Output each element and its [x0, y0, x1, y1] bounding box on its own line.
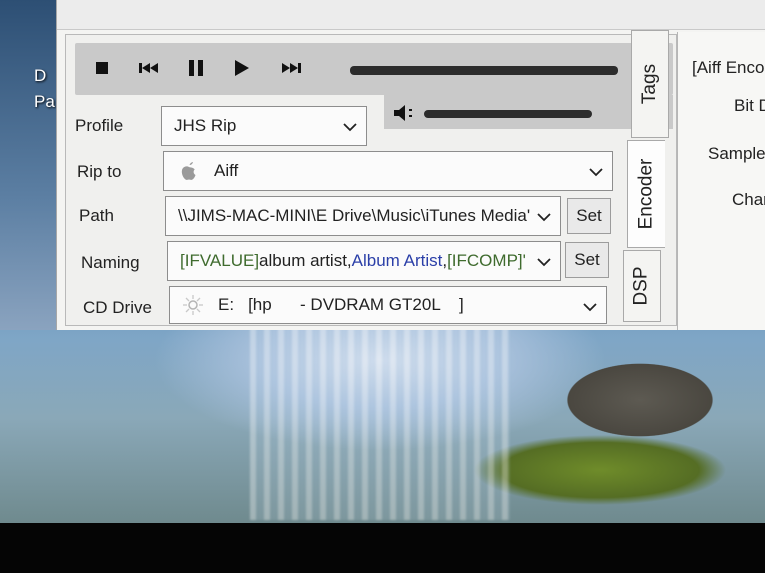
- naming-keyword: [IFVALUE]: [180, 251, 260, 270]
- rip-to-value: Aiff: [214, 161, 239, 180]
- sample-rate-label: Sample: [708, 144, 765, 163]
- pause-icon: [189, 60, 203, 76]
- bit-depth-label: Bit D: [734, 96, 765, 115]
- profile-label: Profile: [75, 116, 124, 135]
- seek-slider[interactable]: [350, 66, 618, 75]
- path-dropdown[interactable]: \\JIMS-MAC-MINI\E Drive\Music\iTunes Med…: [165, 196, 561, 236]
- window-title-strip: [57, 0, 765, 30]
- chevron-down-icon: [589, 168, 603, 177]
- naming-label: Naming: [81, 253, 140, 272]
- path-set-button[interactable]: Set: [567, 198, 611, 234]
- desktop-icon-label[interactable]: Pa: [34, 92, 55, 112]
- desktop-icon-label[interactable]: D: [34, 66, 46, 86]
- tab-encoder[interactable]: Encoder: [627, 140, 665, 248]
- stop-button[interactable]: [85, 55, 119, 81]
- previous-button[interactable]: [132, 55, 166, 81]
- naming-text: album artist,: [259, 251, 352, 270]
- speaker-icon[interactable]: [392, 103, 418, 123]
- channels-label: Char: [732, 190, 765, 209]
- skip-back-icon: [139, 63, 158, 73]
- transport-bar: [75, 43, 673, 95]
- cd-drive-dropdown[interactable]: E: [hp - DVDRAM GT20L ]: [169, 286, 607, 324]
- naming-keyword: [IFCOMP]': [447, 251, 526, 270]
- path-label: Path: [79, 206, 114, 225]
- play-icon: [235, 60, 249, 76]
- wallpaper-waterfall: [250, 320, 510, 520]
- profile-dropdown[interactable]: JHS Rip: [161, 106, 367, 146]
- volume-slider[interactable]: [424, 110, 592, 118]
- chevron-down-icon: [343, 123, 357, 132]
- encoder-settings-panel: [Aiff Enco Bit D Sample Char: [677, 32, 765, 330]
- skip-forward-icon: [282, 63, 301, 73]
- next-button[interactable]: [274, 55, 308, 81]
- path-value: \\JIMS-MAC-MINI\E Drive\Music\iTunes Med…: [178, 206, 531, 225]
- rip-to-label: Rip to: [77, 162, 122, 181]
- chevron-down-icon: [583, 303, 597, 312]
- screen-bezel: [0, 523, 765, 573]
- cd-drive-letter: E:: [218, 295, 235, 314]
- tab-tags[interactable]: Tags: [631, 30, 669, 138]
- cd-drive-value: [hp - DVDRAM GT20L ]: [248, 295, 464, 314]
- stop-icon: [96, 62, 108, 74]
- rip-to-dropdown[interactable]: Aiff: [163, 151, 613, 191]
- ripper-window: Profile JHS Rip Rip to Aiff Path \\JIMS-…: [56, 0, 765, 330]
- apple-icon: [181, 162, 196, 180]
- pause-button[interactable]: [179, 55, 213, 81]
- cd-drive-icon: [183, 295, 203, 315]
- chevron-down-icon: [537, 213, 551, 222]
- naming-set-button[interactable]: Set: [565, 242, 609, 278]
- tab-dsp[interactable]: DSP: [623, 250, 661, 322]
- naming-field: Album Artist: [351, 251, 443, 270]
- profile-value: JHS Rip: [174, 116, 237, 135]
- volume-control: [384, 95, 673, 129]
- desktop-icons-area: [0, 0, 58, 330]
- encoder-header: [Aiff Enco: [692, 58, 765, 77]
- naming-dropdown[interactable]: [IFVALUE]album artist,Album Artist,[IFCO…: [167, 241, 561, 281]
- cd-drive-label: CD Drive: [83, 298, 152, 317]
- chevron-down-icon: [537, 258, 551, 267]
- play-button[interactable]: [225, 55, 259, 81]
